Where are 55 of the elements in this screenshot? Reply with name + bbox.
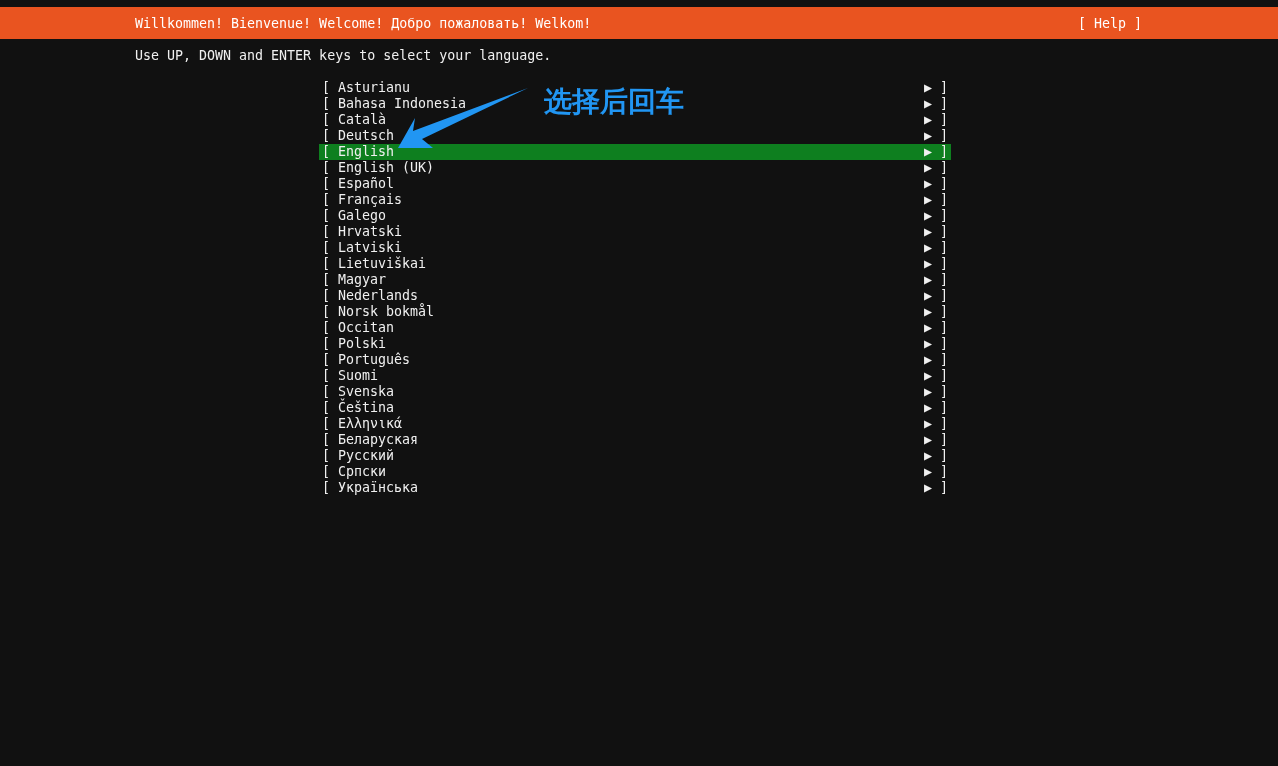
submenu-mark: ▶ ]: [923, 400, 948, 416]
submenu-mark: ▶ ]: [923, 240, 948, 256]
language-option[interactable]: [ Español: [322, 176, 395, 192]
language-option[interactable]: [ Deutsch: [322, 128, 395, 144]
submenu-mark: ▶ ]: [923, 192, 948, 208]
submenu-mark: ▶ ]: [923, 352, 948, 368]
language-option[interactable]: [ Magyar: [322, 272, 387, 288]
language-option[interactable]: [ Occitan: [322, 320, 395, 336]
language-option[interactable]: [ Lietuviškai: [322, 256, 427, 272]
submenu-mark: ▶ ]: [923, 368, 948, 384]
submenu-mark: ▶ ]: [923, 96, 948, 112]
submenu-mark: ▶ ]: [923, 80, 948, 96]
submenu-mark: ▶ ]: [923, 160, 948, 176]
submenu-mark: ▶ ]: [923, 256, 948, 272]
language-option[interactable]: [ Čeština: [322, 400, 395, 416]
annotation-text: 选择后回车: [544, 84, 684, 120]
language-option[interactable]: [ Bahasa Indonesia: [322, 96, 467, 112]
submenu-mark: ▶ ]: [923, 288, 948, 304]
welcome-title: Willkommen! Bienvenue! Welcome! Добро пожаловать! Welkom!: [135, 15, 592, 31]
submenu-mark: ▶ ]: [923, 448, 948, 464]
instruction-text: Use UP, DOWN and ENTER keys to select your language.: [135, 48, 553, 64]
submenu-mark: ▶ ]: [923, 112, 948, 128]
language-option[interactable]: [ Polski: [322, 336, 387, 352]
language-option[interactable]: [ Català: [322, 112, 387, 128]
help-button[interactable]: [ Help ]: [1077, 15, 1142, 31]
language-option[interactable]: [ Беларуская: [322, 432, 419, 448]
language-option[interactable]: [ Nederlands: [322, 288, 419, 304]
submenu-mark: ▶ ]: [923, 272, 948, 288]
language-option[interactable]: [ Ελληνικά: [322, 416, 403, 432]
language-option[interactable]: [ Norsk bokmål: [322, 304, 435, 320]
language-option[interactable]: [ Српски: [322, 464, 387, 480]
submenu-mark: ▶ ]: [923, 128, 948, 144]
submenu-mark: ▶ ]: [923, 224, 948, 240]
submenu-mark: ▶ ]: [923, 480, 948, 496]
submenu-mark: ▶ ]: [923, 304, 948, 320]
language-option[interactable]: [ Русский: [322, 448, 395, 464]
language-option[interactable]: [ Asturianu: [322, 80, 411, 96]
submenu-mark: ▶ ]: [923, 384, 948, 400]
submenu-mark: ▶ ]: [923, 416, 948, 432]
submenu-mark: ▶ ]: [923, 176, 948, 192]
submenu-mark: ▶ ]: [923, 208, 948, 224]
language-option[interactable]: [ English (UK): [322, 160, 435, 176]
language-option[interactable]: [ Suomi: [322, 368, 379, 384]
submenu-mark: ▶ ]: [923, 432, 948, 448]
submenu-mark: ▶ ]: [923, 464, 948, 480]
submenu-mark: ▶ ]: [923, 144, 948, 160]
language-option[interactable]: [ Українська: [322, 480, 419, 496]
language-option[interactable]: [ English: [322, 144, 395, 160]
submenu-mark: ▶ ]: [923, 336, 948, 352]
language-option[interactable]: [ Français: [322, 192, 403, 208]
submenu-mark: ▶ ]: [923, 320, 948, 336]
language-option[interactable]: [ Hrvatski: [322, 224, 403, 240]
language-option[interactable]: [ Português: [322, 352, 411, 368]
language-option[interactable]: [ Galego: [322, 208, 387, 224]
language-option[interactable]: [ Latviski: [322, 240, 403, 256]
